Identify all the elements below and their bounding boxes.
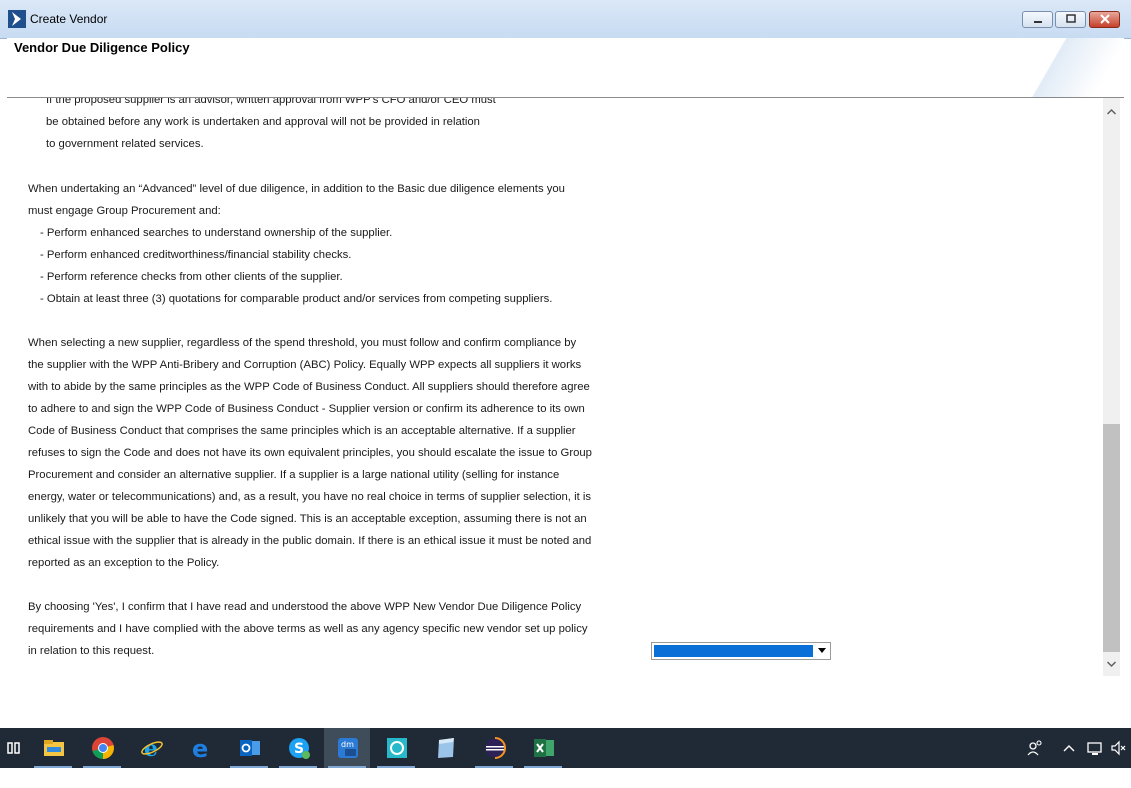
vertical-scrollbar[interactable] [1103, 98, 1120, 676]
window-titlebar[interactable]: Create Vendor [0, 0, 1131, 39]
dm-app-icon[interactable]: dm [324, 728, 370, 768]
selected-value [654, 645, 813, 657]
text-line: Code of Business Conduct that comprises … [28, 425, 576, 437]
list-item: - Perform enhanced creditworthiness/fina… [40, 249, 352, 261]
chrome-icon[interactable] [79, 728, 125, 768]
text-line: the supplier with the WPP Anti-Bribery a… [28, 359, 582, 371]
chevron-up-icon[interactable] [1062, 738, 1076, 758]
svg-text:e: e [192, 736, 208, 760]
page-title: Vendor Due Diligence Policy [14, 40, 190, 55]
confirmation-select[interactable] [651, 642, 831, 660]
text-line: with to abide by the same principles as … [28, 381, 590, 393]
text-line: to adhere to and sign the WPP Code of Bu… [28, 403, 585, 415]
list-item: - Perform enhanced searches to understan… [40, 227, 393, 239]
file-explorer-icon[interactable] [30, 728, 76, 768]
excel-icon[interactable] [520, 728, 566, 768]
page-header: Vendor Due Diligence Policy [7, 38, 1124, 98]
taskbar: e e S dm [0, 728, 1131, 768]
sync-app-icon[interactable] [373, 728, 419, 768]
text-line: to government related services. [46, 138, 204, 150]
minimize-button[interactable] [1022, 11, 1053, 28]
list-item: - Obtain at least three (3) quotations f… [40, 293, 553, 305]
list-item: - Perform reference checks from other cl… [40, 271, 343, 283]
window-title: Create Vendor [30, 12, 108, 26]
maximize-button[interactable] [1055, 11, 1086, 28]
text-line: By choosing 'Yes', I confirm that I have… [28, 601, 582, 613]
footer-area [0, 676, 1131, 728]
text-line: in relation to this request. [28, 645, 155, 657]
volume-muted-icon[interactable] [1110, 738, 1128, 758]
scroll-down-icon[interactable] [1103, 656, 1120, 670]
svg-text:dm: dm [341, 740, 354, 749]
skype-icon[interactable]: S [275, 728, 321, 768]
scroll-thumb[interactable] [1103, 424, 1120, 652]
header-decoration [1004, 38, 1124, 97]
scroll-up-icon[interactable] [1103, 104, 1120, 118]
text-line: When undertaking an “Advanced” level of … [28, 183, 565, 195]
text-line: Procurement and consider an alternative … [28, 469, 560, 481]
notes-app-icon[interactable] [422, 728, 468, 768]
text-line: must engage Group Procurement and: [28, 205, 221, 217]
edge-icon[interactable]: e [177, 728, 223, 768]
text-line: energy, water or telecommunications) and… [28, 491, 592, 503]
svg-text:e: e [144, 736, 158, 760]
abc-paragraph: When selecting a new supplier, regardles… [28, 332, 628, 574]
text-line: When selecting a new supplier, regardles… [28, 337, 577, 349]
text-line: be obtained before any work is undertake… [46, 116, 480, 128]
close-button[interactable] [1089, 11, 1120, 28]
partial-line: If the proposed supplier is an advisor, … [46, 98, 496, 106]
app-logo-icon [8, 10, 26, 28]
chevron-down-icon[interactable] [814, 643, 830, 659]
internet-explorer-icon[interactable]: e [128, 728, 174, 768]
network-icon[interactable] [1086, 738, 1104, 758]
screen-bottom [0, 768, 1131, 788]
text-line: unlikely that you will be able to have t… [28, 513, 587, 525]
text-line: requirements and I have complied with th… [28, 623, 588, 635]
text-line: refuses to sign the Code and does not ha… [28, 447, 592, 459]
text-line: reported as an exception to the Policy. [28, 557, 220, 569]
outlook-icon[interactable] [226, 728, 272, 768]
advanced-paragraph: When undertaking an “Advanced” level of … [28, 178, 628, 310]
text-line: ethical issue with the supplier that is … [28, 535, 592, 547]
eclipse-icon[interactable] [471, 728, 517, 768]
advisor-paragraph: If the proposed supplier is an advisor, … [28, 98, 628, 155]
people-icon[interactable] [1026, 738, 1044, 758]
policy-content: If the proposed supplier is an advisor, … [7, 98, 1103, 676]
confirm-paragraph: By choosing 'Yes', I confirm that I have… [28, 596, 628, 662]
